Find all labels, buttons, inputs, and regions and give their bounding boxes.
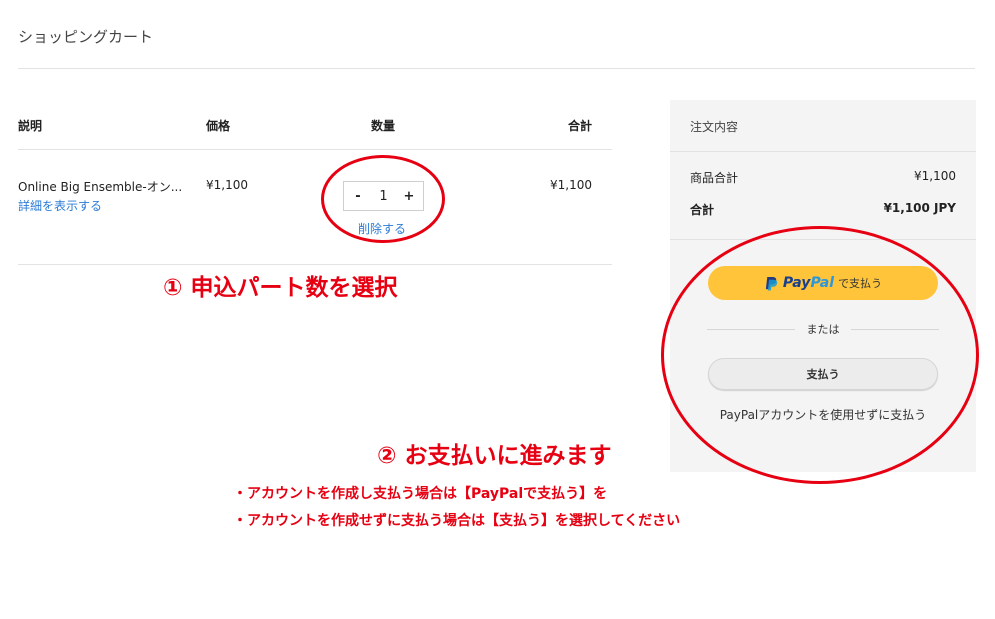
remove-link[interactable]: 削除する xyxy=(358,220,406,237)
header-price: 価格 xyxy=(206,119,231,133)
paypal-button-label: で支払う xyxy=(838,277,883,290)
order-summary-panel: 注文内容 商品合計 ¥1,100 合計 ¥1,100 JPY PayPal で支… xyxy=(670,100,976,472)
pay-without-account-text: PayPalアカウントを使用せずに支払う xyxy=(719,408,927,422)
total-row: 合計 ¥1,100 JPY xyxy=(690,201,956,218)
header-total: 合計 xyxy=(567,119,592,133)
table-divider xyxy=(18,149,612,150)
page-title: ショッピングカート xyxy=(18,28,154,46)
subtotal-row: 商品合計 ¥1,100 xyxy=(690,169,956,186)
paypal-logo-icon xyxy=(765,276,778,291)
title-divider xyxy=(18,68,975,69)
increment-button[interactable]: + xyxy=(403,189,415,204)
paypal-wordmark: PayPal xyxy=(783,275,834,291)
subtotal-value: ¥1,100 xyxy=(914,169,956,183)
paypal-button[interactable]: PayPal で支払う xyxy=(708,266,938,300)
quantity-stepper[interactable]: - 1 + xyxy=(343,181,424,211)
paypal-wordmark-pal: Pal xyxy=(810,275,835,291)
item-total: ¥1,100 xyxy=(550,178,592,192)
paypal-wordmark-pay: Pay xyxy=(782,275,811,291)
pay-button[interactable]: 支払う xyxy=(708,358,938,390)
annotation-note1: ・アカウントを作成し支払う場合は【PayPalで支払う】を xyxy=(233,486,608,502)
annotation-step2: ② お支払いに進みます xyxy=(377,443,612,469)
summary-divider xyxy=(670,151,976,152)
details-link[interactable]: 詳細を表示する xyxy=(18,197,102,214)
total-value: ¥1,100 JPY xyxy=(883,201,956,215)
or-text: または xyxy=(795,321,851,337)
header-quantity: 数量 xyxy=(371,119,396,133)
total-label: 合計 xyxy=(690,203,715,217)
decrement-button[interactable]: - xyxy=(352,189,364,204)
summary-title: 注文内容 xyxy=(690,120,739,134)
quantity-value: 1 xyxy=(379,188,388,204)
item-price: ¥1,100 xyxy=(206,178,248,192)
subtotal-label: 商品合計 xyxy=(690,171,739,185)
item-name: Online Big Ensemble-オン... xyxy=(18,180,183,194)
summary-divider-2 xyxy=(670,239,976,240)
annotation-note2: ・アカウントを作成せずに支払う場合は【支払う】を選択してください xyxy=(233,513,681,529)
header-description: 説明 xyxy=(18,119,43,133)
table-bottom-divider xyxy=(18,264,612,265)
annotation-step1: ① 申込パート数を選択 xyxy=(163,275,398,301)
